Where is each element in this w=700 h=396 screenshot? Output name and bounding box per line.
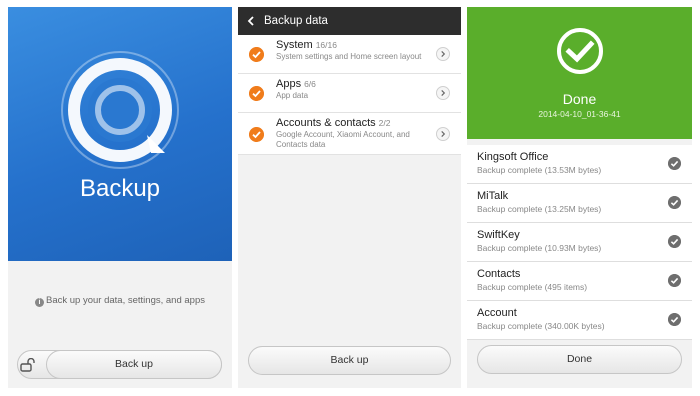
- list-item[interactable]: Contacts Backup complete (495 items): [467, 262, 692, 301]
- back-arrow-icon[interactable]: [246, 16, 256, 26]
- backup-items-list: System 16/16 System settings and Home scr…: [238, 35, 461, 155]
- backup-done-screen: Done 2014-04-10_01-36-41 Kingsoft Office…: [467, 7, 692, 388]
- item-count: 2/2: [378, 118, 391, 128]
- check-icon[interactable]: [249, 127, 264, 142]
- check-icon[interactable]: [249, 86, 264, 101]
- item-name: SwiftKey: [477, 229, 520, 241]
- check-icon: [668, 157, 681, 170]
- unlock-icon[interactable]: [20, 358, 36, 372]
- list-item[interactable]: Account Backup complete (340.00K bytes): [467, 301, 692, 340]
- screen-title: Backup data: [264, 15, 328, 27]
- item-name: MiTalk: [477, 190, 509, 202]
- item-name: Accounts & contacts: [276, 117, 376, 129]
- check-icon: [668, 235, 681, 248]
- backup-results-list: Kingsoft Office Backup complete (13.53M …: [467, 145, 692, 340]
- item-count: 6/6: [304, 79, 316, 89]
- item-description: System settings and Home screen layout: [276, 52, 422, 61]
- title-bar: Backup data: [238, 7, 461, 35]
- done-check-icon: [557, 28, 603, 74]
- item-description: Google Account, Xiaomi Account, and Cont…: [276, 130, 410, 149]
- check-icon[interactable]: [249, 47, 264, 62]
- list-item[interactable]: SwiftKey Backup complete (10.93M bytes): [467, 223, 692, 262]
- check-icon: [668, 196, 681, 209]
- backup-intro-screen: Backup i Back up your data, settings, and…: [8, 7, 232, 388]
- list-item[interactable]: MiTalk Backup complete (13.25M bytes): [467, 184, 692, 223]
- chevron-right-icon[interactable]: [436, 127, 450, 141]
- item-description: App data: [276, 91, 309, 100]
- backup-logo-icon: [61, 51, 179, 169]
- item-name: Kingsoft Office: [477, 151, 549, 163]
- list-item[interactable]: Kingsoft Office Backup complete (13.53M …: [467, 145, 692, 184]
- item-status: Backup complete (340.00K bytes): [477, 321, 605, 331]
- done-button[interactable]: Done: [477, 345, 682, 374]
- item-status: Backup complete (13.25M bytes): [477, 204, 602, 214]
- item-name: Account: [477, 307, 517, 319]
- item-name: System: [276, 39, 313, 51]
- chevron-right-icon[interactable]: [436, 86, 450, 100]
- done-hero: Done 2014-04-10_01-36-41: [467, 7, 692, 139]
- check-icon: [668, 274, 681, 287]
- backup-hero: Backup: [8, 7, 232, 261]
- backup-data-screen: Backup data System 16/16 System settings …: [238, 7, 461, 388]
- item-status: Backup complete (13.53M bytes): [477, 165, 602, 175]
- list-item-system[interactable]: System 16/16 System settings and Home scr…: [238, 35, 461, 74]
- hint-text: Back up your data, settings, and apps: [46, 295, 205, 306]
- item-status: Backup complete (495 items): [477, 282, 588, 292]
- item-status: Backup complete (10.93M bytes): [477, 243, 602, 253]
- page-title: Backup: [79, 175, 161, 202]
- list-item-apps[interactable]: Apps 6/6 App data: [238, 74, 461, 113]
- back-up-button[interactable]: Back up: [46, 350, 222, 379]
- item-count: 16/16: [315, 40, 337, 50]
- backup-timestamp: 2014-04-10_01-36-41: [538, 109, 621, 119]
- info-icon: i: [35, 298, 45, 307]
- hint-text-row: i Back up your data, settings, and apps: [8, 295, 232, 307]
- list-item-accounts-contacts[interactable]: Accounts & contacts 2/2 Google Account, X…: [238, 113, 461, 155]
- chevron-right-icon[interactable]: [436, 47, 450, 61]
- done-title: Done: [562, 91, 597, 107]
- back-up-button[interactable]: Back up: [248, 346, 451, 375]
- item-name: Contacts: [477, 268, 521, 280]
- check-icon: [668, 313, 681, 326]
- item-name: Apps: [276, 78, 302, 90]
